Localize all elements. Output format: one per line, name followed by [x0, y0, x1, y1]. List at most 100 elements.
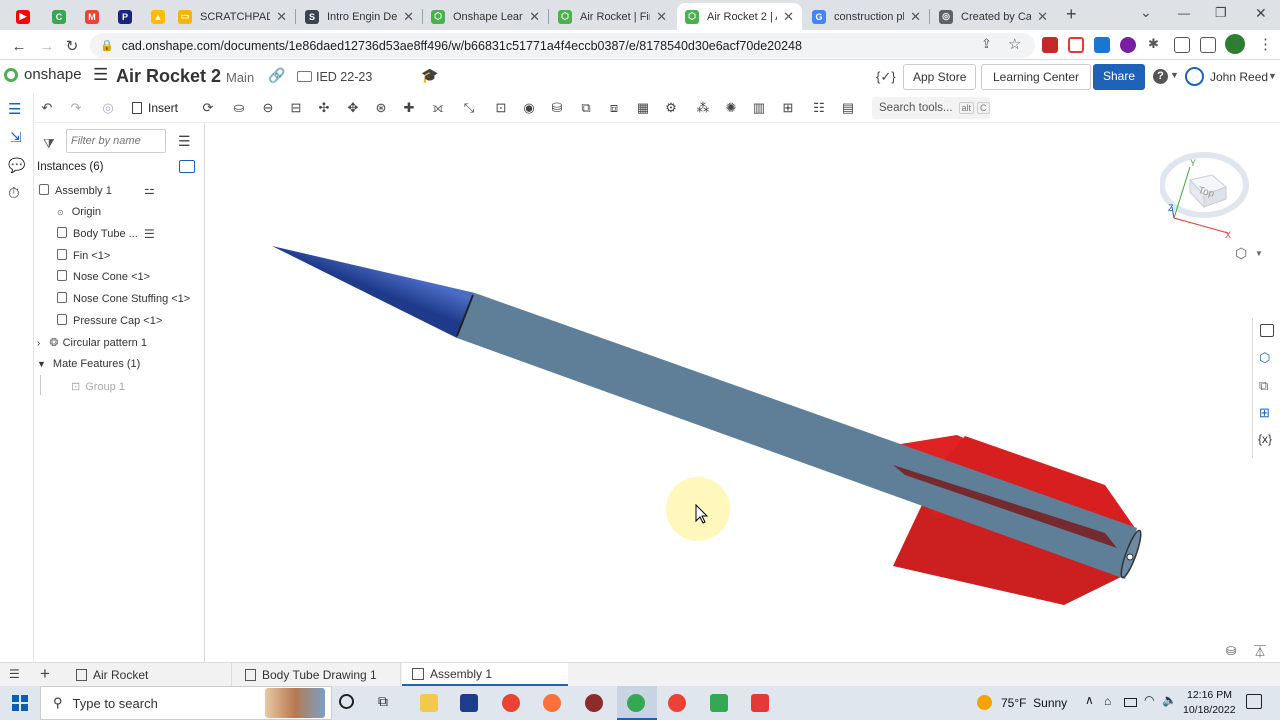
- view-options-dropdown-icon[interactable]: ▼: [1255, 249, 1263, 258]
- list-view-icon[interactable]: ☰: [178, 133, 191, 150]
- bom-icon[interactable]: ☷: [810, 99, 828, 117]
- app-icon[interactable]: [585, 694, 603, 712]
- nose-cone[interactable]: [272, 246, 475, 338]
- user-name[interactable]: John Reed: [1210, 70, 1268, 84]
- chrome-profile-icon[interactable]: [668, 694, 686, 712]
- view-options-icon[interactable]: ⬡: [1235, 245, 1247, 262]
- tree-item-part[interactable]: Nose Cone <1>: [57, 270, 150, 283]
- tree-item-group[interactable]: ⊡ Group 1: [71, 380, 125, 393]
- tray-chevron-icon[interactable]: ∧: [1085, 693, 1094, 707]
- revolute-mate-icon[interactable]: ⊖: [259, 99, 277, 117]
- wifi-icon[interactable]: ◠: [1144, 693, 1154, 707]
- help-dropdown-icon[interactable]: ▼: [1170, 70, 1179, 80]
- tab-body-tube-drawing[interactable]: Body Tube Drawing 1: [233, 663, 401, 686]
- tree-item-part[interactable]: Body Tube ...: [57, 227, 138, 240]
- rocket-model[interactable]: [205, 123, 1252, 665]
- browser-menu-icon[interactable]: ⋮: [1258, 35, 1273, 53]
- assembly-options-icon[interactable]: ⚍: [144, 183, 155, 197]
- weather-text[interactable]: 75°F Sunny: [1001, 696, 1067, 710]
- named-views-icon[interactable]: ▤: [839, 99, 857, 117]
- classroom-icon[interactable]: [710, 694, 728, 712]
- document-title[interactable]: Air Rocket 2: [116, 66, 221, 87]
- learning-center-button[interactable]: Learning Center: [981, 64, 1092, 90]
- linear-pattern-icon[interactable]: ⁂: [694, 99, 712, 117]
- window-close-button[interactable]: ✕: [1255, 5, 1267, 22]
- graphics-viewport[interactable]: Top X Y Z ⬡ ▼ ⛁ ⏄: [205, 123, 1266, 665]
- windows-start-icon[interactable]: [12, 695, 28, 711]
- gear-relation-icon[interactable]: ⛁: [548, 99, 566, 117]
- bill-of-materials-icon[interactable]: ⊞: [1259, 405, 1270, 421]
- browser-tab[interactable]: ◎ Created by Cam ✕: [931, 3, 1056, 30]
- instance-list-icon[interactable]: ☰: [8, 100, 21, 118]
- taskbar-clock-date[interactable]: 10/18/2022: [1183, 704, 1236, 716]
- address-bar[interactable]: 🔒 cad.onshape.com/documents/1e86daed1273…: [90, 33, 1035, 58]
- tab-close-icon[interactable]: ✕: [910, 9, 921, 25]
- sidebar-icon[interactable]: [1200, 37, 1216, 53]
- extension-icon[interactable]: [1042, 37, 1058, 53]
- redo-icon[interactable]: ↷: [67, 99, 85, 117]
- circular-pattern-icon[interactable]: ✺: [722, 99, 740, 117]
- element-list-icon[interactable]: ☰: [9, 667, 20, 681]
- window-minimize-button[interactable]: —: [1178, 6, 1190, 20]
- browser-tab[interactable]: Gconstruction pla ✕: [804, 3, 929, 30]
- branch-label[interactable]: Main: [226, 70, 254, 85]
- replicate-pattern-icon[interactable]: ⚙: [662, 99, 680, 117]
- bookmark-star-icon[interactable]: ☆: [1008, 35, 1021, 53]
- folder-icon[interactable]: [297, 71, 312, 82]
- tree-item-part[interactable]: Fin <1>: [57, 248, 110, 262]
- chrome-profile-icon[interactable]: [627, 694, 645, 712]
- fastened-mate-icon[interactable]: ⛀: [230, 99, 248, 117]
- appearance-icon[interactable]: ⬡: [1259, 350, 1270, 366]
- file-explorer-icon[interactable]: [420, 694, 438, 712]
- extension-icon[interactable]: [1068, 37, 1084, 53]
- add-instance-icon[interactable]: ⇲: [10, 129, 22, 146]
- display-states-icon[interactable]: ⛁: [1226, 644, 1236, 658]
- tab-close-icon[interactable]: ✕: [276, 9, 287, 25]
- insert-button[interactable]: Insert: [132, 99, 178, 117]
- tab-close-icon[interactable]: ✕: [403, 9, 414, 25]
- main-menu-icon[interactable]: ☰: [93, 65, 108, 85]
- slider-mate-icon[interactable]: ⊟: [287, 99, 305, 117]
- extension-icon[interactable]: [1094, 37, 1110, 53]
- volume-icon[interactable]: 🔈: [1162, 693, 1177, 707]
- forward-icon[interactable]: →: [36, 35, 58, 57]
- cylindrical-mate-icon[interactable]: ✥: [344, 99, 362, 117]
- screw-relation-icon[interactable]: ⧈: [605, 99, 623, 117]
- onshape-logo-icon[interactable]: [4, 68, 18, 82]
- planar-mate-icon[interactable]: ✣: [315, 99, 333, 117]
- explode-icon[interactable]: ⊞: [779, 99, 797, 117]
- measure-icon[interactable]: ⏄: [1254, 643, 1266, 660]
- firefox-icon[interactable]: [543, 694, 561, 712]
- search-tools-box[interactable]: Search tools... alt C: [872, 97, 990, 119]
- expand-chevron-icon[interactable]: ›: [37, 338, 40, 349]
- tab-close-icon[interactable]: ✕: [656, 9, 667, 25]
- battery-icon[interactable]: [1124, 698, 1137, 707]
- tangent-mate-icon[interactable]: ⤡: [460, 99, 478, 117]
- mate-connector-icon[interactable]: ◉: [520, 99, 538, 117]
- group-icon[interactable]: ⊡: [492, 99, 510, 117]
- canva-icon[interactable]: [751, 694, 769, 712]
- filter-icon[interactable]: ⧩: [43, 136, 55, 152]
- rack-pinion-icon[interactable]: ⧉: [577, 99, 595, 117]
- extensions-puzzle-icon[interactable]: ✱: [1148, 36, 1159, 52]
- replicate-icon[interactable]: ⟳: [199, 99, 217, 117]
- history-icon[interactable]: ◎: [99, 99, 117, 117]
- tree-item-assembly[interactable]: Assembly 1: [39, 184, 112, 197]
- taskbar-clock-time[interactable]: 12:16 PM: [1187, 689, 1232, 701]
- browser-tab[interactable]: ▭ SCRATCHPAD - / ✕: [170, 3, 295, 30]
- view-cube[interactable]: Top X Y Z: [1159, 145, 1252, 240]
- tree-item-part[interactable]: Nose Cone Stuffing <1>: [57, 292, 190, 305]
- browser-tab[interactable]: ⬡ Air Rocket 2 | As ✕: [677, 3, 802, 30]
- profile-avatar[interactable]: [1225, 34, 1245, 54]
- app-store-button[interactable]: App Store: [903, 64, 977, 90]
- back-icon[interactable]: ←: [8, 35, 30, 57]
- help-icon[interactable]: ?: [1153, 69, 1168, 84]
- tab-close-icon[interactable]: ✕: [529, 9, 540, 25]
- browser-tab[interactable]: ⬡ Air Rocket | Fin (✕: [550, 3, 675, 30]
- parallel-mate-icon[interactable]: ⟗: [429, 99, 447, 117]
- user-avatar-icon[interactable]: [1185, 67, 1204, 86]
- share-page-icon[interactable]: ⇪: [981, 36, 992, 52]
- window-maximize-button[interactable]: ❐: [1215, 5, 1227, 21]
- new-folder-icon[interactable]: [179, 160, 195, 173]
- browser-tab[interactable]: S Intro Engin Desi ✕: [297, 3, 422, 30]
